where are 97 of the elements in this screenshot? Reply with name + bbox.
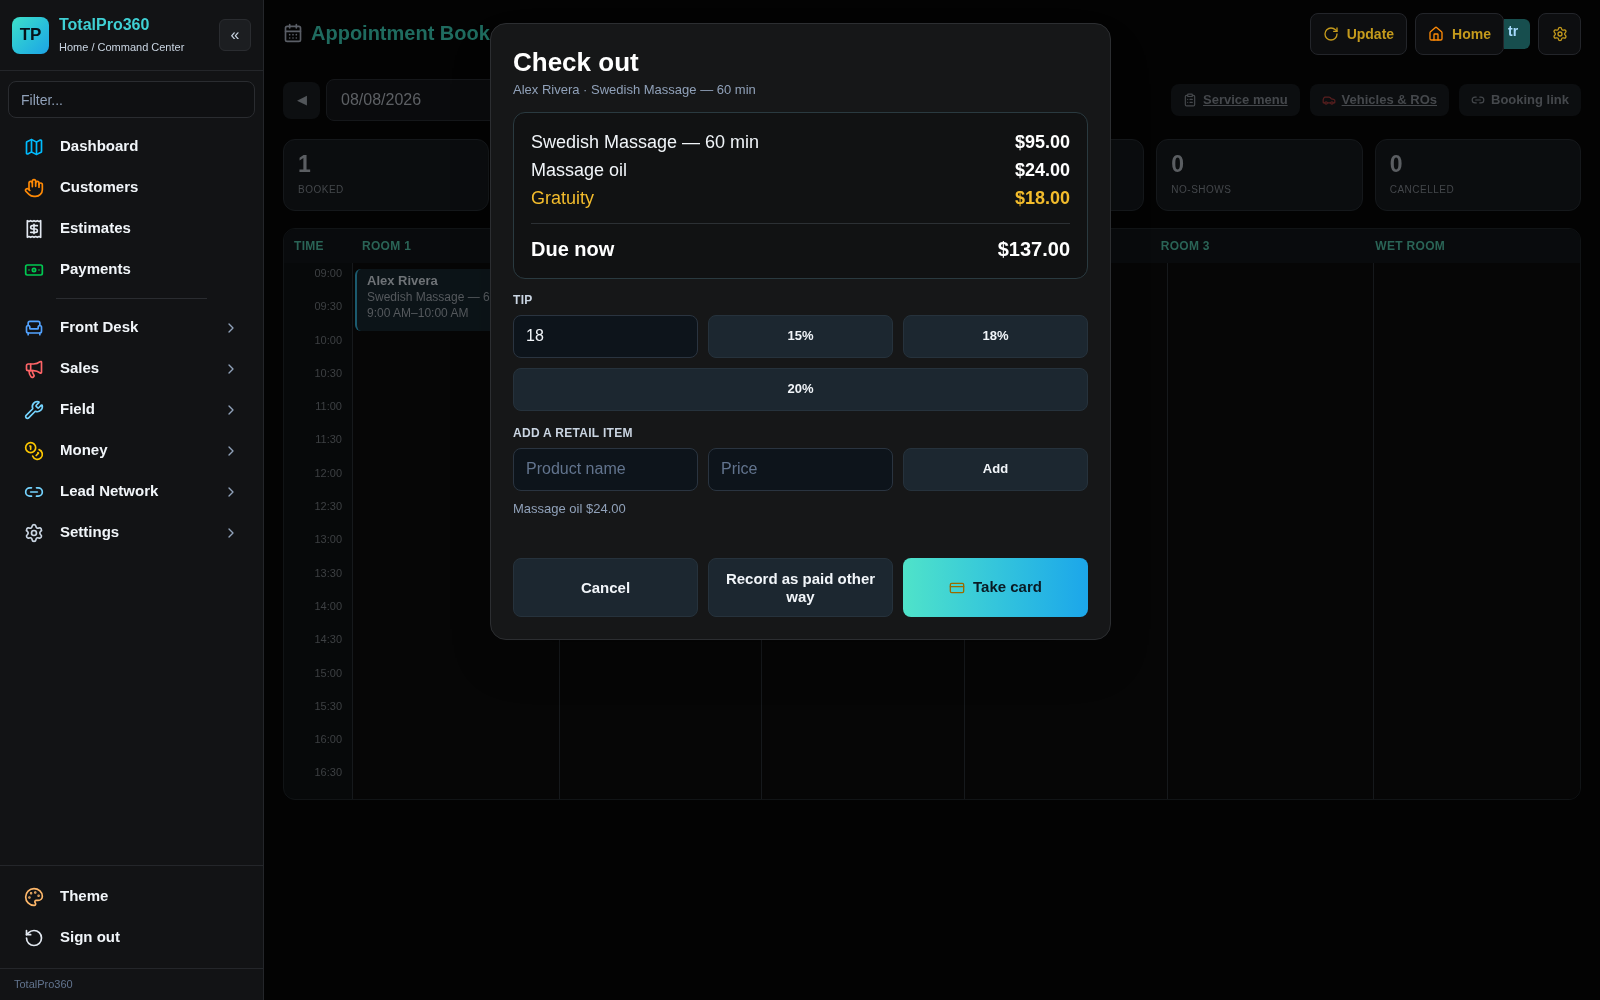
nav-label: Settings	[60, 522, 121, 543]
stat-label: BOOKED	[298, 183, 345, 197]
receipt-icon	[24, 218, 44, 239]
nav-item[interactable]: Settings	[4, 512, 259, 553]
nav-item[interactable]: Dashboard	[4, 126, 259, 167]
price-field[interactable]: Price	[708, 447, 893, 491]
nav-item[interactable]: Lead Network	[4, 471, 259, 512]
time-label: 13:00	[314, 532, 342, 548]
time-label: 13:30	[314, 565, 342, 581]
client-name: Alex Rivera	[367, 273, 438, 289]
coins-icon	[24, 440, 44, 461]
line-item-label: Massage oil	[531, 159, 628, 182]
app-logo: TP	[12, 16, 49, 54]
dialog-button[interactable]: Record as paid other way	[708, 558, 893, 617]
nav-label: Money	[60, 440, 109, 461]
hand-icon	[24, 177, 44, 198]
column-header: WET ROOM	[1375, 238, 1446, 255]
footer-text: TotalPro360	[14, 977, 73, 993]
product-name-field[interactable]: Product name	[513, 447, 698, 491]
dialog-title: Check out	[513, 46, 640, 78]
nav-item[interactable]: Theme	[4, 876, 259, 917]
link-icon	[1471, 93, 1485, 107]
filter-field[interactable]: Filter...	[8, 81, 255, 118]
palette-icon	[24, 886, 44, 907]
tip-preset-button[interactable]: 20%	[513, 367, 1088, 411]
line-item-amount: $18.00	[1014, 187, 1070, 210]
nav-item[interactable]: Estimates	[4, 208, 259, 249]
nav-item[interactable]: Money	[4, 430, 259, 471]
time-label: 14:00	[314, 598, 342, 614]
stat-label: NO-SHOWS	[1171, 183, 1233, 197]
settings-button[interactable]	[1538, 13, 1581, 55]
column-header: ROOM 1	[362, 238, 412, 255]
stat-value: 0	[1171, 152, 1186, 176]
nav-label: Customers	[60, 177, 140, 198]
time-label: 12:30	[314, 499, 342, 515]
calendar-icon	[283, 23, 303, 43]
line-item-amount: $24.00	[1014, 159, 1070, 182]
nav-item[interactable]: Sign out	[4, 917, 259, 958]
time-label: 10:30	[314, 365, 342, 381]
take-card-button[interactable]: Take card	[903, 558, 1088, 617]
stat-value: 0	[1389, 152, 1404, 176]
line-item-label: Swedish Massage — 60 min	[531, 131, 760, 154]
column-header: TIME	[294, 238, 324, 255]
tip-preset-button[interactable]: 15%	[708, 314, 893, 358]
time-label: 09:30	[314, 299, 342, 315]
total-label: Due now	[531, 236, 615, 262]
home-button[interactable]: Home	[1415, 13, 1504, 55]
nav-label: Lead Network	[60, 481, 160, 502]
time-label: 14:30	[314, 632, 342, 648]
nav-label: Dashboard	[60, 136, 140, 157]
total-amount: $137.00	[997, 236, 1070, 262]
time-label: 11:30	[315, 432, 342, 448]
stat-label: CANCELLED	[1389, 183, 1456, 197]
wrench-icon	[24, 399, 44, 420]
car-icon	[1321, 93, 1336, 107]
time-label: 15:30	[314, 698, 342, 714]
nav-item[interactable]: Customers	[4, 167, 259, 208]
nav-item[interactable]: Payments	[4, 249, 259, 290]
nav-label: Payments	[60, 259, 132, 280]
map-icon	[24, 136, 44, 157]
refresh-icon	[1322, 26, 1339, 42]
line-item-label: Gratuity	[531, 187, 595, 210]
section-label: ADD A RETAIL ITEM	[513, 424, 634, 442]
collapse-button[interactable]: «	[219, 19, 251, 51]
nav-label: Theme	[60, 886, 110, 907]
app-name: TotalPro360	[59, 14, 151, 35]
house-icon	[1428, 26, 1445, 42]
nav-label: Sales	[60, 358, 101, 379]
nav-item[interactable]: Sales	[4, 348, 259, 389]
service-name: Swedish Massage — 6	[367, 289, 490, 305]
update-button[interactable]: Update	[1309, 13, 1408, 55]
line-item-amount: $95.00	[1014, 131, 1070, 154]
appointment-time: 9:00 AM–10:00 AM	[367, 305, 469, 321]
toolbar-button[interactable]: tr	[1504, 19, 1530, 49]
megaphone-icon	[24, 358, 44, 379]
clipboard-icon	[1183, 93, 1198, 107]
nav-item[interactable]: Field	[4, 389, 259, 430]
nav-item[interactable]: Front Desk	[4, 307, 259, 348]
nav-label: Estimates	[60, 218, 132, 239]
tip-field[interactable]: 18	[513, 314, 698, 358]
settings-icon	[1551, 26, 1568, 42]
breadcrumb: Home / Command Center	[59, 39, 186, 55]
settings-icon	[24, 522, 44, 543]
time-label: 11:00	[315, 399, 342, 415]
nav-label: Sign out	[60, 927, 121, 948]
tip-preset-button[interactable]: 18%	[903, 314, 1088, 358]
nav-label: Front Desk	[60, 317, 140, 338]
column-header: ROOM 3	[1160, 238, 1210, 255]
sign-out-icon	[24, 927, 44, 948]
section-label: TIP	[513, 291, 534, 309]
nav-label: Field	[60, 399, 96, 420]
page-title: Appointment Book	[311, 21, 490, 46]
dialog-button[interactable]: Cancel	[513, 558, 698, 617]
retail-item: Massage oil $24.00	[513, 499, 627, 518]
add-button[interactable]: Add	[903, 447, 1088, 491]
time-label: 16:30	[314, 765, 342, 781]
stat-value: 1	[298, 152, 312, 176]
